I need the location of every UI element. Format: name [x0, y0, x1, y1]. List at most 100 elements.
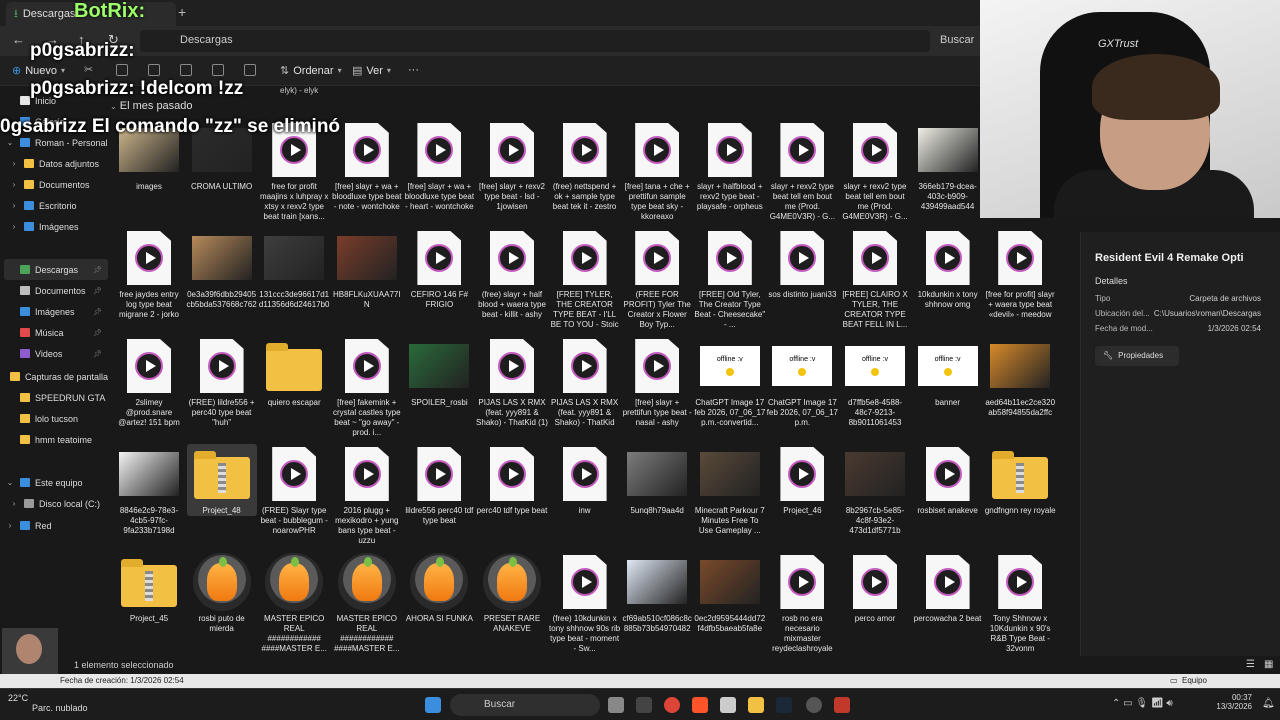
file-item[interactable]: PIJAS LAS X RMX (feat. yyy891 & Shako) -…	[550, 336, 620, 428]
more-options-button[interactable]: ···	[408, 64, 419, 76]
brave-icon[interactable]	[692, 697, 708, 713]
file-item[interactable]: CEFIRO 146 F# FRIGIO	[404, 228, 474, 310]
sidebar-item[interactable]: Documentos 📌︎	[4, 280, 108, 301]
chevron-icon[interactable]: ›	[8, 499, 20, 508]
sidebar-item[interactable]: › Disco local (C:)	[8, 493, 112, 514]
file-item[interactable]: 366eb179-dcea-403c-b909-439499aad544	[913, 120, 983, 212]
copy-icon[interactable]	[116, 64, 128, 76]
clock[interactable]: 00:37 13/3/2026	[1214, 693, 1252, 711]
sidebar-item[interactable]: Música 📌︎	[4, 322, 108, 343]
view-button[interactable]: ▤ Ver ▾	[352, 64, 391, 78]
file-item[interactable]: (free) 10kdunkin x tony shhnow 90s rib t…	[549, 552, 620, 654]
file-item[interactable]: rosb no era necesario mixmaster reydecla…	[767, 552, 837, 654]
file-item[interactable]: Project_48	[186, 444, 257, 516]
sidebar-item[interactable]: SPEEDRUN GTA	[4, 387, 108, 408]
windows-start-icon[interactable]	[425, 697, 441, 713]
file-item[interactable]: offline :v d7ffb5e8-4588-48c7-9213-8b9011…	[840, 336, 910, 428]
file-item[interactable]: MASTER EPICO REAL ############ ####MASTE…	[332, 552, 402, 654]
winrar-icon[interactable]	[834, 697, 850, 713]
forward-arrow-icon[interactable]: →	[46, 32, 59, 47]
obs-icon[interactable]	[806, 697, 822, 713]
paste-icon[interactable]	[148, 64, 160, 76]
sidebar-item[interactable]: ⌄ Roman - Personal	[4, 132, 108, 153]
file-item[interactable]: gndfngnn rey royale	[985, 444, 1056, 516]
chrome-icon[interactable]	[664, 697, 680, 713]
file-item[interactable]: lildre556 perc40 tdf type beat	[404, 444, 474, 526]
file-item[interactable]: aed64b11ec2ce320ab58f94855da2ffc	[985, 336, 1055, 418]
file-item[interactable]: [free] slayr + wa + bloodluxe type beat …	[404, 120, 474, 212]
file-item[interactable]: free for profit maajins x luhpray x xtsy…	[259, 120, 329, 222]
file-item[interactable]: perc40 tdf type beat	[477, 444, 547, 516]
file-item[interactable]: Minecraft Parkour 7 Minutes Free To Use …	[695, 444, 765, 536]
file-item[interactable]: MASTER EPICO REAL ############ ####MASTE…	[259, 552, 329, 654]
breadcrumb[interactable]: Descargas	[180, 34, 233, 46]
properties-button[interactable]: 🔧︎ Propiedades	[1095, 346, 1179, 366]
sidebar-item[interactable]: › Escritorio	[8, 195, 112, 216]
file-item[interactable]: images	[114, 120, 184, 192]
file-item[interactable]: 5unq8h79aa4d	[622, 444, 692, 516]
delete-icon[interactable]	[244, 64, 256, 76]
sidebar-item[interactable]: Imágenes 📌︎	[4, 301, 108, 322]
sidebar-item[interactable]: › Datos adjuntos	[8, 153, 112, 174]
details-view-icon[interactable]: ☰	[1246, 659, 1255, 670]
file-item[interactable]: [free] slayr + prettifun type beat - nas…	[622, 336, 692, 428]
file-item[interactable]: slayr + rexv2 type beat tell em bout me …	[767, 120, 837, 222]
chevron-icon[interactable]: ›	[8, 222, 20, 231]
file-item[interactable]: rosbi puto de mierda	[187, 552, 257, 634]
file-item[interactable]: 8846e2c9-78e3-4cb5-97fc-9fa233b7198d	[114, 444, 184, 536]
chevron-icon[interactable]: ⌄	[4, 478, 16, 487]
file-item[interactable]: 2016 plugg + mexikodro + yung bans type …	[332, 444, 402, 546]
chevron-icon[interactable]: ›	[8, 201, 20, 210]
sidebar-item[interactable]: › Documentos	[8, 174, 112, 195]
file-item[interactable]: Tony Shhnow x 10Kdunkin x 90's R&B Type …	[985, 552, 1055, 654]
file-item[interactable]: 0ec2d9595444dd72f4dfb5baeab5fa8e	[694, 552, 765, 634]
file-item[interactable]: 131ccc3de96617d1d11356d6d24617b0	[259, 228, 329, 310]
file-item[interactable]: [free] slayr + wa + bloodluxe type beat …	[332, 120, 402, 212]
file-item[interactable]: [free] fakemink + crystal castles type b…	[332, 336, 402, 438]
file-item[interactable]: PIJAS LAS X RMX (feat. yyy891 & Shako) -…	[476, 336, 548, 428]
file-item[interactable]: slayr + rexv2 type beat tell em bout me …	[840, 120, 910, 222]
file-item[interactable]: [FREE] Old Tyler, The Creator Type Beat …	[694, 228, 765, 330]
file-item[interactable]: CROMA ULTIMO	[187, 120, 257, 192]
file-item[interactable]: (free) slayr + half blood + waera type b…	[477, 228, 547, 320]
sidebar-item[interactable]: Capturas de pantalla	[4, 366, 108, 387]
file-item[interactable]: (FREE FOR PROFIT) Tyler The Creator x Fl…	[622, 228, 692, 330]
tab-descargas[interactable]: ⭳ Descargas	[6, 2, 176, 26]
file-explorer-icon[interactable]	[748, 697, 764, 713]
file-item[interactable]: quiero escapar	[259, 336, 329, 408]
sidebar-item[interactable]: lolo tucson	[4, 408, 108, 429]
cut-icon[interactable]: ✂	[84, 63, 96, 76]
file-item[interactable]: 0e3a39f6dbb29405cb5bda537668c762	[186, 228, 257, 310]
file-item[interactable]: PRESET RARE ANAKEVE	[477, 552, 547, 634]
notification-icon[interactable]: 🔔︎	[1262, 698, 1275, 709]
store-icon[interactable]	[720, 697, 736, 713]
sidebar-item[interactable]: hmm teatoime	[4, 429, 108, 450]
file-item[interactable]: 10kdunkin x tony shhnow omg	[913, 228, 983, 310]
steam-icon[interactable]	[776, 697, 792, 713]
file-item[interactable]: [free] slayr + rexv2 type beat - lsd - 1…	[477, 120, 547, 212]
sidebar-item[interactable]: Galería	[4, 111, 108, 132]
sidebar-item[interactable]: Inicio	[4, 90, 108, 111]
up-arrow-icon[interactable]: ↑	[78, 32, 85, 47]
taskbar-search[interactable]: Buscar	[450, 694, 600, 716]
file-item[interactable]: offline :v banner	[913, 336, 983, 408]
new-tab-icon[interactable]: +	[178, 4, 186, 20]
file-item[interactable]: cf69ab510cf086c8c885b73b54970482	[622, 552, 692, 634]
file-item[interactable]: (free) nettspend + ok + sample type beat…	[550, 120, 620, 212]
sidebar-item[interactable]: ⌄ Este equipo	[4, 472, 108, 493]
file-item[interactable]: 2slimey @prod.snare @artez! 151 bpm	[114, 336, 184, 428]
rename-icon[interactable]	[180, 64, 192, 76]
file-item[interactable]: (FREE) Slayr type beat - bubblegum - noa…	[259, 444, 329, 536]
search-box[interactable]: Buscar	[940, 30, 980, 52]
file-item[interactable]: perco amor	[840, 552, 910, 624]
file-item[interactable]: sos distinto juani33	[767, 228, 837, 300]
sort-button[interactable]: ⇅ Ordenar ▾	[280, 64, 342, 78]
file-item[interactable]: rosbiset anakeve	[913, 444, 983, 516]
file-item[interactable]: [free] tana + che + prettifun sample typ…	[622, 120, 692, 222]
chevron-icon[interactable]: ›	[8, 180, 20, 189]
tiles-view-icon[interactable]: ▦	[1264, 659, 1273, 670]
file-item[interactable]: SPOILER_rosbi	[404, 336, 474, 408]
sidebar-item[interactable]: › Red	[4, 515, 108, 536]
back-arrow-icon[interactable]: ←	[12, 32, 25, 47]
epic-games-icon[interactable]	[636, 697, 652, 713]
